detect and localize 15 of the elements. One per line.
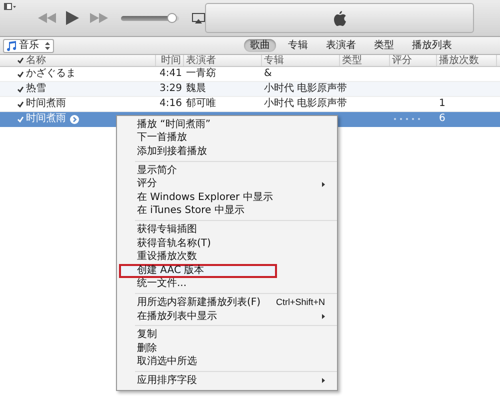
table-cell: 热雪 <box>26 84 46 94</box>
table-cell: 郁可唯 <box>186 99 216 109</box>
table-cell: 1 <box>439 98 446 109</box>
table-cell: 4:41 <box>160 69 182 79</box>
table-cell: 时间煮雨 <box>26 99 66 109</box>
table-cell: 一青窈 <box>186 69 216 79</box>
table-cell: 4:16 <box>160 99 182 109</box>
table-cell: & <box>264 69 272 79</box>
table-cell: 小时代 电影原声带 <box>264 99 348 109</box>
table-cell: 魏晨 <box>186 84 206 94</box>
table-cell: かざぐるま <box>26 69 76 79</box>
table-cell: 时间煮雨 <box>26 114 66 124</box>
table-cell: 6 <box>439 113 446 124</box>
table-cell: 小时代 电影原声带 <box>264 84 348 94</box>
table-cell: 3:29 <box>160 84 182 94</box>
